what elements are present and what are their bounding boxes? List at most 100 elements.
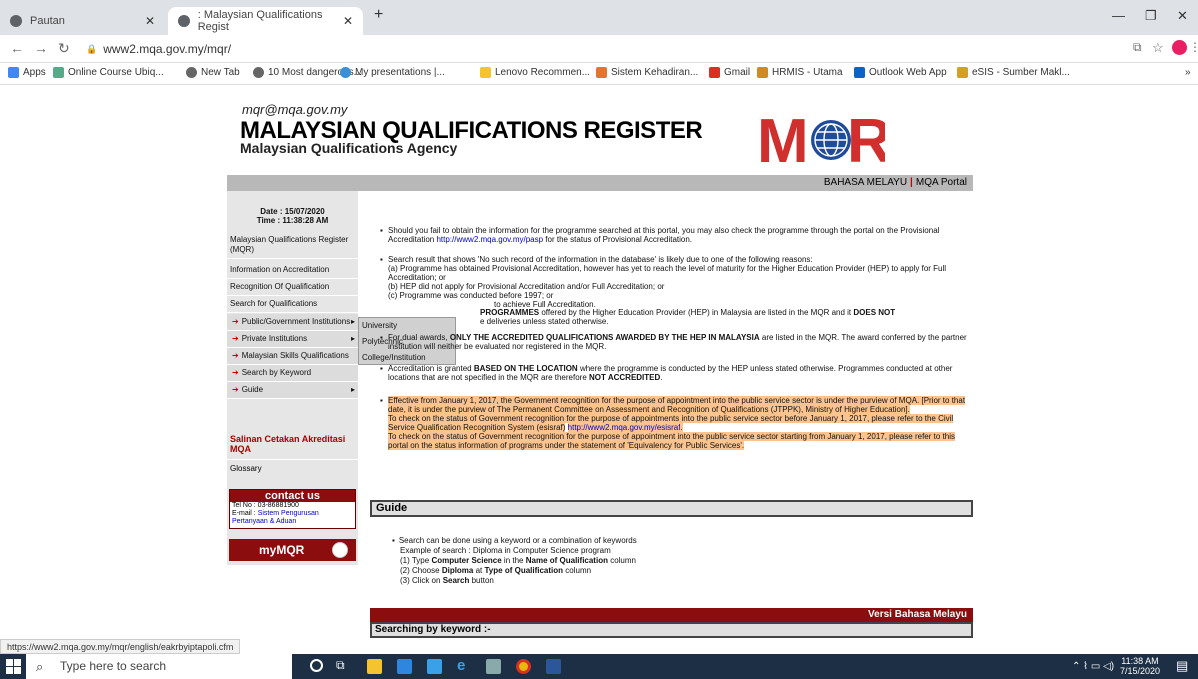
contact-heading: contact us [230, 490, 355, 502]
task-view-icon[interactable]: ⧉ [336, 658, 351, 673]
glossary-link[interactable]: Glossary [227, 459, 358, 477]
new-tab-button[interactable]: + [374, 6, 383, 24]
prezi-icon [340, 67, 351, 78]
info-paragraph: PROGRAMMES offered by the Higher Educati… [480, 308, 896, 326]
bookmark-item[interactable]: eSIS - Sumber Makl... [957, 67, 1070, 78]
salinan-link[interactable]: Salinan Cetakan Akreditasi MQA [230, 434, 358, 454]
mymqr-banner[interactable]: myMQR [229, 539, 356, 561]
edge-icon[interactable]: e [457, 657, 472, 674]
info-paragraph: ▪ Search result that shows 'No such recor… [380, 255, 947, 309]
sidebar-item-search[interactable]: Search for Qualifications [227, 296, 358, 313]
contact-email: E-mail : Sistem Pengurusan Pertanyaan & … [232, 510, 319, 525]
tab-pautan[interactable]: Pautan ✕ [0, 7, 165, 35]
highlighted-notice: ▪ Effective from January 1, 2017, the Gov… [380, 396, 966, 450]
datetime: Date : 15/07/2020 Time : 11:38:28 AM [256, 207, 329, 225]
sidebar-item-recognition[interactable]: Recognition Of Qualification [227, 279, 358, 296]
contact-box: contact us Tel No : 03-86881900 E-mail :… [229, 489, 356, 529]
sidebar-sub-guide[interactable]: ➔ Guide ▸ [227, 382, 358, 399]
chevron-right-icon: ▸ [350, 385, 355, 394]
sidebar-sub-skills[interactable]: ➔ Malaysian Skills Qualifications [227, 348, 358, 365]
globe-icon [178, 15, 190, 27]
bookmarks-bar: Apps Online Course Ubiq... New Tab 10 Mo… [0, 63, 1198, 85]
status-url-bar: https://www2.mqa.gov.my/mqr/english/eakr… [0, 639, 241, 654]
bookmark-item[interactable]: Lenovo Recommen... [480, 67, 590, 78]
word-icon[interactable] [546, 659, 561, 674]
bookmark-item[interactable]: New Tab [186, 67, 240, 78]
bookmark-icon [596, 67, 607, 78]
cortana-icon[interactable] [310, 659, 323, 672]
search-by-keyword-heading: Searching by keyword :- [370, 622, 973, 638]
translate-icon[interactable]: ⧉ [1133, 40, 1142, 55]
esisraf-link[interactable]: http://www2.mqa.gov.my/esisraf [567, 423, 681, 432]
info-paragraph: ▪ Should you fail to obtain the informati… [380, 226, 940, 244]
guide-heading: Guide [370, 500, 973, 517]
bookmark-icon [757, 67, 768, 78]
arrow-icon: ➔ [232, 368, 239, 377]
bookmarks-overflow-icon[interactable]: » [1185, 67, 1191, 78]
lock-icon: 🔒 [86, 43, 98, 54]
guide-text: ▪ Search can be done using a keyword or a… [392, 536, 637, 585]
globe-icon [186, 67, 197, 78]
globe-icon [253, 67, 264, 78]
sidebar-sub-private[interactable]: ➔ Private Institutions ▸ [227, 331, 358, 348]
app-icon[interactable] [486, 659, 501, 674]
search-icon: ⌕ [36, 659, 44, 674]
mqr-logo: M R [757, 107, 885, 172]
header-email: mqr@mqa.gov.my [242, 102, 348, 117]
pasp-link[interactable]: http://www2.mqa.gov.my/pasp [436, 235, 543, 244]
star-icon[interactable]: ☆ [1152, 40, 1164, 56]
clock[interactable]: 11:38 AM 7/15/2020 [1120, 656, 1160, 676]
separator: | [910, 177, 913, 188]
bahasa-melayu-link[interactable]: BAHASA MELAYU [824, 177, 907, 188]
outlook-icon [854, 67, 865, 78]
back-icon[interactable]: ← [10, 40, 24, 56]
bookmark-item[interactable]: HRMIS - Utama [757, 67, 843, 78]
bookmark-item[interactable]: My presentations |... [340, 67, 445, 78]
menu-icon[interactable]: ⋮ [1189, 40, 1198, 54]
notifications-icon[interactable]: ▤ [1176, 658, 1191, 673]
bookmark-item[interactable]: Apps [8, 67, 46, 78]
graduate-cap-icon [332, 542, 348, 558]
taskbar: ⌕ Type here to search ⧉ e ⌃ ⌇ ▭ ◁) 11:38… [0, 654, 1198, 679]
file-explorer-icon[interactable] [397, 659, 412, 674]
contact-tel: Tel No : 03-86881900 [232, 502, 299, 509]
svg-text:M: M [757, 107, 809, 172]
minimize-icon[interactable]: — [1112, 8, 1125, 23]
browser-tab-bar: Pautan ✕ : Malaysian Qualifications Regi… [0, 0, 1198, 35]
forward-icon[interactable]: → [34, 40, 48, 56]
bookmark-item[interactable]: Sistem Kehadiran... [596, 67, 698, 78]
apps-icon [8, 67, 19, 78]
restore-icon[interactable]: ❐ [1145, 8, 1157, 24]
versi-bahasa-melayu-link[interactable]: Versi Bahasa Melayu [370, 608, 973, 622]
taskbar-search[interactable]: ⌕ Type here to search [26, 654, 292, 679]
bookmark-item[interactable]: Online Course Ubiq... [53, 67, 164, 78]
windows-start-icon[interactable] [6, 659, 21, 674]
profile-avatar[interactable] [1172, 40, 1187, 55]
sidebar-sub-public[interactable]: ➔ Public/Government Institutions ▸ [227, 314, 358, 331]
sidebar-sub-keyword[interactable]: ➔ Search by Keyword [227, 365, 358, 382]
chrome-icon[interactable] [516, 659, 531, 674]
header-link-bar: BAHASA MELAYU | MQA Portal [227, 175, 973, 191]
sidebar-item-accreditation[interactable]: Information on Accreditation [227, 262, 358, 279]
bookmark-item[interactable]: Outlook Web App [854, 67, 947, 78]
sidebar-item-mqr[interactable]: Malaysian Qualifications Register (MQR) [227, 235, 358, 259]
info-paragraph: ▪ For dual awards, ONLY THE ACCREDITED QU… [380, 333, 967, 351]
address-bar-row: ← → ↻ 🔒 www2.mqa.gov.my/mqr/ ⧉ ☆ ⋮ [0, 35, 1198, 63]
arrow-icon: ➔ [232, 334, 239, 343]
arrow-icon: ➔ [232, 317, 239, 326]
mqa-portal-link[interactable]: MQA Portal [916, 177, 967, 188]
store-icon[interactable] [367, 659, 382, 674]
reload-icon[interactable]: ↻ [58, 40, 70, 57]
bookmark-item[interactable]: Gmail [709, 67, 750, 78]
chevron-right-icon: ▸ [350, 334, 355, 343]
bookmark-icon [957, 67, 968, 78]
close-tab-icon[interactable]: ✕ [343, 14, 353, 28]
bookmark-icon [53, 67, 64, 78]
mail-icon[interactable] [427, 659, 442, 674]
gmail-icon [709, 67, 720, 78]
url-field[interactable]: 🔒 www2.mqa.gov.my/mqr/ [86, 39, 1126, 59]
sidebar: Date : 15/07/2020 Time : 11:38:28 AM Mal… [227, 191, 358, 565]
close-tab-icon[interactable]: ✕ [145, 14, 155, 28]
tab-mqr[interactable]: : Malaysian Qualifications Regist ✕ [168, 7, 363, 35]
close-window-icon[interactable]: ✕ [1177, 8, 1188, 24]
